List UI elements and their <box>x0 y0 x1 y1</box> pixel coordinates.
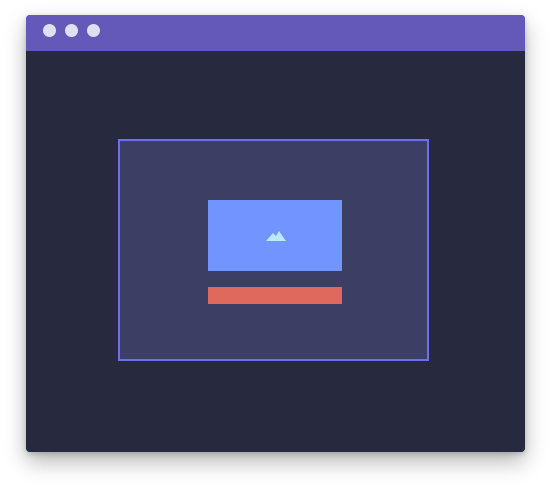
window-control-dot[interactable] <box>87 24 100 37</box>
window-control-dot[interactable] <box>65 24 78 37</box>
content-frame <box>118 139 429 361</box>
image-placeholder <box>208 200 342 271</box>
window-content <box>26 51 525 452</box>
window-control-dot[interactable] <box>43 24 56 37</box>
highlight-bar <box>208 287 342 304</box>
browser-window <box>26 15 525 452</box>
mountain-icon <box>266 231 286 241</box>
window-titlebar[interactable] <box>26 15 525 51</box>
